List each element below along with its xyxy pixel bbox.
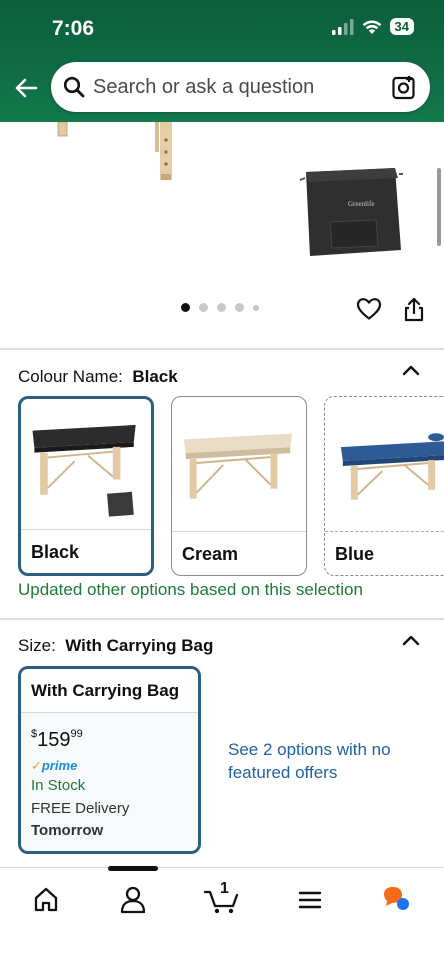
blue-table-image <box>340 433 444 500</box>
chevron-up-icon[interactable] <box>402 634 420 646</box>
price: $15999 <box>31 728 83 751</box>
size-option-details: $15999 ✓prime In Stock FREE Delivery Tom… <box>21 713 198 851</box>
pagination-dot-3[interactable] <box>217 303 226 312</box>
section-divider <box>0 618 444 620</box>
search-bar[interactable] <box>51 62 430 112</box>
search-icon <box>63 76 85 98</box>
size-option-with-carrying-bag[interactable]: With Carrying Bag $15999 ✓prime In Stock… <box>18 666 201 854</box>
home-indicator <box>108 866 158 871</box>
pagination-dot-4[interactable] <box>235 303 244 312</box>
status-time: 7:06 <box>52 17 95 40</box>
cart-count: 1 <box>220 880 229 897</box>
camera-search-icon[interactable] <box>392 74 416 100</box>
status-icons: 34 <box>331 18 414 35</box>
colour-option-black[interactable]: Black <box>18 396 154 576</box>
gallery-scrollbar[interactable] <box>437 168 441 246</box>
home-icon[interactable] <box>26 882 66 916</box>
signal-icon <box>331 18 354 35</box>
black-table-image <box>32 424 136 517</box>
battery-indicator: 34 <box>389 18 414 35</box>
search-input[interactable] <box>93 74 383 100</box>
app-header: 7:06 34 <box>0 0 444 122</box>
rufus-assistant-icon[interactable] <box>378 882 418 916</box>
colour-selected-value: Black <box>132 367 178 386</box>
image-pagination-dots[interactable] <box>181 303 259 312</box>
colour-option-name: Blue <box>335 544 375 564</box>
share-icon[interactable] <box>403 297 425 323</box>
account-icon[interactable] <box>113 882 153 916</box>
size-label: Size: With Carrying Bag <box>18 636 214 655</box>
selection-update-note: Updated other options based on this sele… <box>18 580 363 599</box>
stock-status: In Stock <box>31 777 86 794</box>
swatch-name-band: Cream <box>172 531 306 575</box>
size-selected-value: With Carrying Bag <box>65 636 214 655</box>
prime-check-icon: ✓ <box>31 758 42 773</box>
delivery-info: FREE Delivery <box>31 800 130 817</box>
swatch-name-band: Black <box>21 529 151 573</box>
swatch-name-band: Blue <box>325 531 444 575</box>
cream-table-image <box>183 433 293 499</box>
pagination-dot-1[interactable] <box>181 303 190 312</box>
back-arrow-icon[interactable] <box>14 77 38 99</box>
colour-option-blue[interactable]: Blue <box>324 396 444 576</box>
cart-button[interactable]: 1 <box>200 880 244 916</box>
bag-logo: Greenlife <box>348 200 374 208</box>
section-divider <box>0 348 444 350</box>
colour-option-cream[interactable]: Cream <box>171 396 307 576</box>
colour-option-name: Cream <box>182 544 239 564</box>
wifi-icon <box>362 19 381 34</box>
menu-icon[interactable] <box>290 882 330 916</box>
heart-icon[interactable] <box>356 297 382 321</box>
delivery-day: Tomorrow <box>31 822 104 839</box>
colour-option-name: Black <box>31 542 80 562</box>
see-other-options-link[interactable]: See 2 options with no featured offers <box>228 738 408 784</box>
colour-label: Colour Name: Black <box>18 367 178 386</box>
pagination-dot-5[interactable] <box>253 304 259 311</box>
bottom-navigation: 1 <box>0 867 444 960</box>
chevron-up-icon[interactable] <box>402 364 420 376</box>
size-option-title: With Carrying Bag <box>21 669 198 713</box>
pagination-dot-2[interactable] <box>199 303 208 312</box>
prime-badge: ✓prime <box>31 758 78 773</box>
